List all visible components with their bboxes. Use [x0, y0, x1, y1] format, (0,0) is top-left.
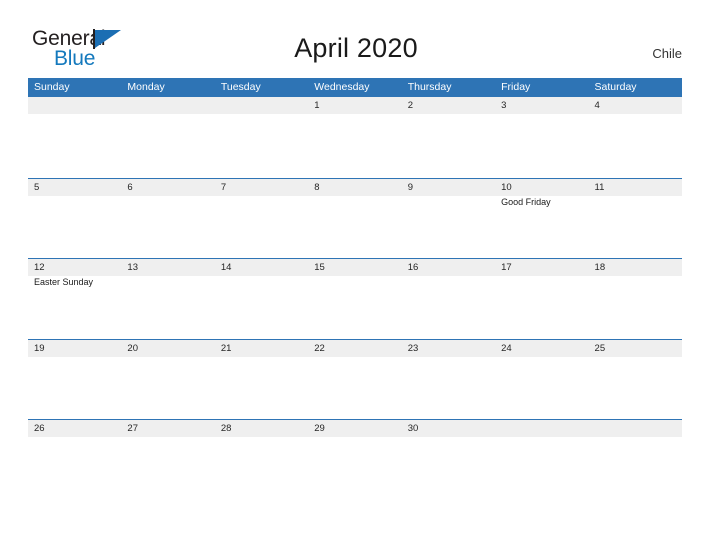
day-number: 30 [407, 423, 419, 434]
day-number: 24 [501, 342, 512, 354]
day-number: 16 [407, 262, 419, 273]
dow-saturday: Saturday [594, 81, 637, 93]
holiday-event-label: Easter Sunday [34, 277, 94, 287]
calendar-day-cell[interactable]: 26 [28, 420, 121, 500]
calendar-day-cell[interactable]: 28 [215, 420, 308, 500]
calendar-day-cell[interactable]: 25 [589, 340, 682, 420]
week-cells: 1 2 3 4 [28, 97, 682, 178]
calendar-day-cell[interactable]: 21 [215, 340, 308, 420]
day-number: 13 [127, 262, 138, 273]
day-number: 1 [314, 100, 320, 111]
calendar-empty-cell [589, 420, 682, 500]
dow-sunday: Sunday [34, 81, 70, 93]
calendar-day-cell[interactable]: 15 [308, 259, 401, 339]
day-number: 12 [34, 262, 45, 273]
dow-wednesday: Wednesday [314, 81, 370, 93]
calendar-grid: Sunday Monday Tuesday Wednesday Thursday… [28, 78, 682, 500]
calendar-day-cell[interactable]: 23 [402, 340, 495, 420]
calendar-day-cell[interactable]: 17 [495, 259, 588, 339]
day-number: 20 [127, 342, 138, 354]
calendar-day-cell[interactable]: 29 [308, 420, 401, 500]
day-events: Good Friday [501, 196, 588, 209]
holiday-event-label: Good Friday [501, 196, 551, 207]
calendar-day-cell[interactable]: 18 [589, 259, 682, 339]
day-events: Easter Sunday [34, 276, 121, 289]
day-number: 9 [407, 181, 413, 193]
day-number: 3 [501, 100, 507, 111]
calendar-day-cell[interactable]: 24 [495, 340, 588, 420]
calendar-day-cell[interactable]: 6 [121, 179, 214, 259]
day-number: 2 [407, 100, 413, 111]
calendar-week-row: 26 27 28 29 30 [28, 419, 682, 500]
day-number: 18 [594, 262, 606, 273]
day-number: 21 [220, 342, 232, 354]
calendar-day-cell[interactable]: 19 [28, 340, 121, 420]
week-cells: 26 27 28 29 30 [28, 420, 682, 500]
day-number: 28 [220, 423, 232, 434]
calendar-weeks: 1 2 3 4 5 6 7 8 9 10 Good Friday 11 12 Easter Sunday 1… [28, 97, 682, 500]
day-number: 6 [127, 181, 133, 193]
week-cells: 12 Easter Sunday 13 14 15 16 17 18 [28, 259, 682, 339]
calendar-day-cell[interactable]: 5 [28, 179, 121, 259]
dow-tuesday: Tuesday [220, 81, 261, 93]
page-title: April 2020 [294, 33, 418, 63]
calendar-day-cell[interactable]: 8 [308, 179, 401, 259]
week-cells: 19 20 21 22 23 24 25 [28, 340, 682, 420]
day-number: 7 [220, 181, 227, 193]
day-number: 26 [34, 423, 45, 434]
week-cells: 5 6 7 8 9 10 Good Friday 11 [28, 179, 682, 259]
calendar-week-row: 12 Easter Sunday 13 14 15 16 17 18 [28, 258, 682, 339]
calendar-week-row: 19 20 21 22 23 24 25 [28, 338, 682, 420]
calendar-day-cell[interactable]: 30 [402, 420, 495, 500]
dow-monday: Monday [127, 81, 165, 93]
day-number: 22 [314, 342, 325, 354]
calendar-empty-cell [121, 97, 214, 178]
calendar-day-cell[interactable]: 1 [308, 97, 401, 178]
calendar-day-cell[interactable]: 12 Easter Sunday [28, 259, 121, 339]
calendar-empty-cell [28, 97, 121, 178]
calendar-day-cell[interactable]: 22 [308, 340, 401, 420]
calendar-day-cell[interactable]: 4 [589, 97, 682, 178]
day-number: 19 [34, 342, 45, 354]
calendar-day-cell[interactable]: 20 [121, 340, 214, 420]
calendar-day-cell[interactable]: 3 [495, 97, 588, 178]
day-number: 27 [127, 423, 138, 434]
calendar-day-cell[interactable]: 14 [215, 259, 308, 339]
calendar-day-cell[interactable]: 2 [402, 97, 495, 178]
page-header: General Blue April 2020 Chile [0, 0, 712, 76]
calendar-week-row: 5 6 7 8 9 10 Good Friday 11 [28, 177, 682, 259]
day-number: 29 [314, 423, 325, 434]
day-number: 14 [220, 262, 232, 273]
calendar-empty-cell [495, 420, 588, 500]
day-number: 10 [501, 181, 512, 193]
day-number: 5 [34, 181, 40, 193]
day-number: 15 [314, 262, 325, 273]
day-of-week-header-row: Sunday Monday Tuesday Wednesday Thursday… [28, 78, 682, 97]
calendar-day-cell[interactable]: 11 [589, 179, 682, 259]
day-number: 23 [407, 342, 419, 354]
calendar-empty-cell [215, 97, 308, 178]
calendar-day-cell[interactable]: 10 Good Friday [495, 179, 588, 259]
calendar-day-cell[interactable]: 7 [215, 179, 308, 259]
day-number: 25 [594, 342, 606, 354]
calendar-day-cell[interactable]: 13 [121, 259, 214, 339]
day-number: 17 [501, 262, 512, 273]
calendar-week-row: 1 2 3 4 [28, 97, 682, 178]
day-number: 11 [594, 181, 605, 193]
calendar-day-cell[interactable]: 9 [402, 179, 495, 259]
day-number: 4 [594, 100, 600, 111]
country-label: Chile [652, 46, 682, 61]
calendar-day-cell[interactable]: 16 [402, 259, 495, 339]
dow-thursday: Thursday [407, 81, 452, 93]
day-number: 8 [314, 181, 320, 193]
calendar-day-cell[interactable]: 27 [121, 420, 214, 500]
dow-friday: Friday [501, 81, 531, 93]
